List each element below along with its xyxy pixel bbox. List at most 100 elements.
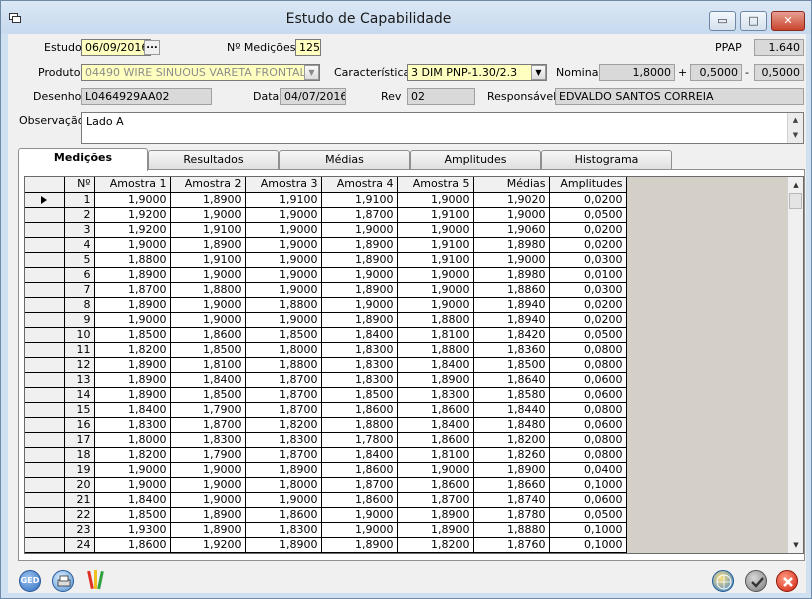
- table-cell[interactable]: 0,1000: [549, 477, 627, 493]
- table-row[interactable]: 3 1,9200 1,9100 1,9000 1,9000 1,9000 1,9060 0,0…: [25, 222, 627, 238]
- table-cell[interactable]: 1,8600: [170, 327, 246, 343]
- table-cell[interactable]: 1,8800: [245, 357, 322, 373]
- column-header[interactable]: Amostra 4: [321, 177, 398, 193]
- scroll-up-icon[interactable]: ▲: [788, 177, 803, 193]
- row-number-cell[interactable]: 20: [64, 477, 95, 493]
- table-cell[interactable]: 1,8980: [473, 237, 550, 253]
- row-indicator[interactable]: [25, 507, 65, 523]
- row-indicator[interactable]: [25, 492, 65, 508]
- table-cell[interactable]: 1,8400: [321, 327, 398, 343]
- table-cell[interactable]: 1,8200: [94, 342, 171, 358]
- table-cell[interactable]: 1,8800: [245, 297, 322, 313]
- table-cell[interactable]: 1,8200: [397, 537, 474, 553]
- table-cell[interactable]: 1,8760: [473, 537, 550, 553]
- table-cell[interactable]: 1,8780: [473, 507, 550, 523]
- table-cell[interactable]: 1,8900: [170, 192, 246, 208]
- table-cell[interactable]: 1,9100: [397, 252, 474, 268]
- table-cell[interactable]: 1,8400: [170, 372, 246, 388]
- table-row[interactable]: 6 1,8900 1,9000 1,9000 1,9000 1,9000 1,8980 0,0…: [25, 267, 627, 283]
- table-cell[interactable]: 1,8600: [245, 507, 322, 523]
- table-cell[interactable]: 1,9000: [397, 462, 474, 478]
- row-indicator[interactable]: [25, 267, 65, 283]
- row-number-cell[interactable]: 18: [64, 447, 95, 463]
- row-number-cell[interactable]: 17: [64, 432, 95, 448]
- table-cell[interactable]: 0,0300: [549, 252, 627, 268]
- table-row[interactable]: 4 1,9000 1,8900 1,9000 1,8900 1,9100 1,8980 0,0…: [25, 237, 627, 253]
- row-number-cell[interactable]: 23: [64, 522, 95, 538]
- table-cell[interactable]: 1,8300: [321, 357, 398, 373]
- tab-medicoes[interactable]: Medições: [18, 148, 148, 171]
- table-cell[interactable]: 0,0600: [549, 387, 627, 403]
- row-number-cell[interactable]: 2: [64, 207, 95, 223]
- table-row[interactable]: 20 1,9000 1,9000 1,8000 1,8700 1,8600 1,8660 0,…: [25, 477, 627, 493]
- table-cell[interactable]: 1,8900: [321, 537, 398, 553]
- table-cell[interactable]: 0,0300: [549, 282, 627, 298]
- table-cell[interactable]: 1,9000: [245, 267, 322, 283]
- row-number-cell[interactable]: 5: [64, 252, 95, 268]
- table-row[interactable]: 16 1,8300 1,8700 1,8200 1,8800 1,8400 1,8480 0,…: [25, 417, 627, 433]
- table-cell[interactable]: 1,9060: [473, 222, 550, 238]
- table-row[interactable]: 8 1,8900 1,9000 1,8800 1,9000 1,9000 1,8940 0,0…: [25, 297, 627, 313]
- table-cell[interactable]: 1,9000: [397, 267, 474, 283]
- row-indicator[interactable]: [25, 477, 65, 493]
- table-cell[interactable]: 1,8700: [245, 447, 322, 463]
- table-row[interactable]: 5 1,8800 1,9100 1,9000 1,8900 1,9100 1,9000 0,0…: [25, 252, 627, 268]
- nmedicoes-field[interactable]: 125: [295, 39, 321, 56]
- table-cell[interactable]: 1,8900: [170, 237, 246, 253]
- table-cell[interactable]: 1,8900: [94, 297, 171, 313]
- row-indicator[interactable]: [25, 237, 65, 253]
- table-cell[interactable]: 1,8600: [397, 402, 474, 418]
- table-cell[interactable]: 1,9000: [94, 312, 171, 328]
- table-row[interactable]: 14 1,8900 1,8500 1,8700 1,8500 1,8300 1,8580 0,…: [25, 387, 627, 403]
- print-button[interactable]: [52, 570, 74, 592]
- close-button[interactable]: ✕: [771, 11, 805, 31]
- column-header[interactable]: Nº: [64, 177, 95, 193]
- table-cell[interactable]: 1,8580: [473, 387, 550, 403]
- table-cell[interactable]: 1,9200: [170, 537, 246, 553]
- row-number-cell[interactable]: 19: [64, 462, 95, 478]
- caracteristica-dropdown-icon[interactable]: ▼: [531, 65, 546, 80]
- cancel-button[interactable]: [776, 570, 798, 592]
- table-cell[interactable]: 1,7900: [170, 447, 246, 463]
- table-cell[interactable]: 1,8700: [397, 492, 474, 508]
- table-cell[interactable]: 0,0200: [549, 312, 627, 328]
- row-number-cell[interactable]: 12: [64, 357, 95, 373]
- table-cell[interactable]: 1,9000: [245, 492, 322, 508]
- table-row[interactable]: 24 1,8600 1,9200 1,8900 1,8900 1,8200 1,8760 0,…: [25, 537, 627, 553]
- table-cell[interactable]: 1,8900: [94, 267, 171, 283]
- table-cell[interactable]: 0,0200: [549, 297, 627, 313]
- table-row[interactable]: 1 1,9000 1,8900 1,9100 1,9100 1,9000 1,9020 0,0…: [25, 192, 627, 208]
- table-cell[interactable]: 1,8700: [245, 402, 322, 418]
- table-cell[interactable]: 1,8700: [170, 417, 246, 433]
- table-cell[interactable]: 1,8400: [94, 492, 171, 508]
- table-cell[interactable]: 0,0100: [549, 267, 627, 283]
- row-indicator[interactable]: [25, 342, 65, 358]
- tab-resultados[interactable]: Resultados: [148, 150, 279, 170]
- table-cell[interactable]: 1,9100: [245, 192, 322, 208]
- row-indicator[interactable]: [25, 537, 65, 553]
- table-cell[interactable]: 1,8860: [473, 282, 550, 298]
- table-cell[interactable]: 1,9000: [94, 237, 171, 253]
- table-cell[interactable]: 1,8900: [245, 462, 322, 478]
- table-cell[interactable]: 1,8600: [397, 477, 474, 493]
- table-cell[interactable]: 1,9000: [170, 207, 246, 223]
- table-cell[interactable]: 1,9000: [397, 297, 474, 313]
- table-cell[interactable]: 1,8200: [245, 417, 322, 433]
- table-cell[interactable]: 1,8900: [397, 522, 474, 538]
- table-cell[interactable]: 1,9000: [245, 237, 322, 253]
- row-indicator[interactable]: [25, 522, 65, 538]
- table-cell[interactable]: 1,8800: [397, 342, 474, 358]
- tab-histograma[interactable]: Histograma: [541, 150, 672, 170]
- table-cell[interactable]: 1,9200: [94, 207, 171, 223]
- table-cell[interactable]: 1,8700: [245, 372, 322, 388]
- table-cell[interactable]: 1,9000: [321, 297, 398, 313]
- table-cell[interactable]: 1,8300: [245, 522, 322, 538]
- table-cell[interactable]: 1,8900: [397, 507, 474, 523]
- table-cell[interactable]: 1,8700: [321, 477, 398, 493]
- table-cell[interactable]: 1,8500: [94, 507, 171, 523]
- table-cell[interactable]: 1,8600: [94, 537, 171, 553]
- table-cell[interactable]: 0,0200: [549, 192, 627, 208]
- table-cell[interactable]: 1,8500: [321, 387, 398, 403]
- table-cell[interactable]: 1,9000: [94, 192, 171, 208]
- row-indicator[interactable]: [25, 447, 65, 463]
